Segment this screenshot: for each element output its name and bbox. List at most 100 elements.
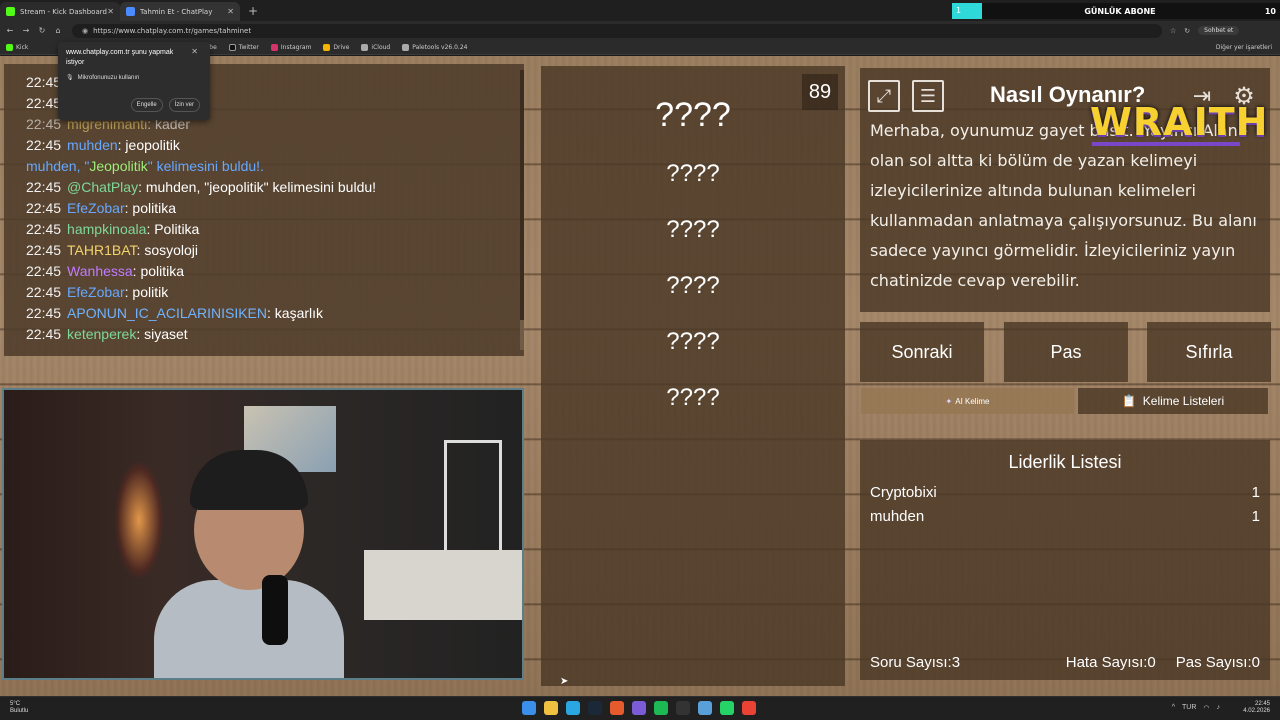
- globe-icon: [402, 43, 410, 51]
- chat-username[interactable]: Wanhessa: [67, 263, 133, 279]
- microphone: [262, 575, 288, 645]
- streamer: [154, 450, 344, 678]
- forbidden-word: ????: [666, 216, 720, 243]
- globe-icon: [361, 43, 369, 51]
- chat-line: 22:45 hampkinoala: Politika: [26, 221, 200, 237]
- url-input[interactable]: ◉ https://www.chatplay.com.tr/games/tahm…: [72, 23, 1162, 38]
- leaderboard-panel: Liderlik Listesi Cryptobixi 1 muhden 1 S…: [860, 440, 1270, 680]
- system-tray: ^ TUR ◠ ♪: [1172, 704, 1220, 712]
- chat-username[interactable]: APONUN_IC_ACILARINISIKEN: [67, 305, 267, 321]
- lang-indicator[interactable]: TUR: [1182, 704, 1196, 712]
- weather-widget[interactable]: 5°C Bulutlu: [10, 701, 28, 715]
- bookmark-instagram[interactable]: Instagram: [270, 43, 311, 51]
- words-panel: 89 ???? ???? ???? ???? ???? ????: [541, 66, 845, 686]
- allow-button[interactable]: İzin ver: [168, 98, 200, 112]
- forbidden-word: ????: [666, 328, 720, 355]
- whatsapp-icon[interactable]: [720, 701, 734, 715]
- home-icon[interactable]: ⌂: [52, 26, 64, 35]
- chat-username[interactable]: EfeZobar: [67, 284, 125, 300]
- refresh-icon[interactable]: ↻: [1184, 27, 1190, 35]
- bookmark-icloud[interactable]: iCloud: [361, 43, 390, 51]
- bookmark-kick[interactable]: Kick: [6, 43, 28, 51]
- chat-line: 22:45 muhden: jeopolitik: [26, 137, 180, 153]
- back-icon[interactable]: ←: [4, 26, 16, 35]
- ai-word-button[interactable]: ✦ AI Kelime: [861, 388, 1074, 414]
- tab-chatplay[interactable]: Tahmin Et - ChatPlay ✕: [120, 2, 240, 21]
- error-count: Hata Sayısı:0: [1065, 654, 1156, 671]
- windows-start-icon[interactable]: [522, 701, 536, 715]
- chat-line: 22:45 @ChatPlay: muhden, "jeopolitik" kel…: [26, 179, 377, 195]
- url-text: https://www.chatplay.com.tr/games/tahmin…: [93, 26, 252, 35]
- game-area: 22:45 22:45 22:45 migrenimanti: kader 22:…: [0, 56, 1280, 696]
- pass-button[interactable]: Pas: [1004, 322, 1128, 382]
- sparkle-icon: ✦: [945, 396, 953, 406]
- new-tab-button[interactable]: +: [248, 2, 258, 21]
- chrome-icon[interactable]: [742, 701, 756, 715]
- star-icon[interactable]: ☆: [1170, 27, 1176, 35]
- chat-username[interactable]: EfeZobar: [67, 200, 125, 216]
- forbidden-word: ????: [666, 272, 720, 299]
- close-icon[interactable]: ✕: [227, 7, 234, 16]
- volume-icon[interactable]: ♪: [1217, 704, 1221, 712]
- drive-icon: [323, 43, 331, 51]
- wifi-icon[interactable]: ◠: [1203, 704, 1209, 712]
- tab-title: Stream - Kick Dashboard: [20, 7, 107, 16]
- chat-username[interactable]: ketenperek: [67, 326, 136, 342]
- chat-username[interactable]: @ChatPlay: [67, 179, 138, 195]
- other-bookmarks[interactable]: Diğer yer işaretleri: [1216, 44, 1272, 51]
- chat-username[interactable]: hampkinoala: [67, 221, 146, 237]
- chat-line: 22:45 ketenperek: siyaset: [26, 326, 188, 342]
- chat-line: 22:45 Wanhessa: politika: [26, 263, 185, 279]
- bookmark-twitter[interactable]: Twitter: [228, 43, 259, 51]
- discord-icon[interactable]: [632, 701, 646, 715]
- system-message: muhden, "Jeopolitik" kelimesini buldu!.: [26, 158, 264, 174]
- document-icon[interactable]: ☰: [912, 80, 944, 112]
- chat-scrollbar[interactable]: [520, 70, 524, 350]
- popup-item: Mikrofonunuzu kullanın: [77, 74, 140, 81]
- file-explorer-icon[interactable]: [544, 701, 558, 715]
- edge-icon[interactable]: [566, 701, 580, 715]
- subscriber-progress: 1: [952, 3, 982, 19]
- chevron-up-icon[interactable]: ^: [1172, 704, 1175, 712]
- forbidden-word: ????: [666, 160, 720, 187]
- chat-username[interactable]: TAHR1BAT: [67, 242, 137, 258]
- forbidden-word: ????: [666, 384, 720, 411]
- close-icon[interactable]: ✕: [191, 47, 198, 56]
- fullscreen-icon[interactable]: ⤢: [868, 80, 900, 112]
- next-button[interactable]: Sonraki: [860, 322, 984, 382]
- mouse-cursor-icon: ➤: [560, 676, 569, 687]
- question-count: Soru Sayısı:3: [870, 654, 961, 671]
- chat-button[interactable]: Sohbet et: [1198, 26, 1240, 35]
- sofa: [364, 550, 522, 620]
- kick-favicon-icon: [6, 7, 15, 16]
- popup-title: www.chatplay.com.tr şunu yapmak istiyor: [66, 49, 174, 66]
- steam-icon[interactable]: [588, 701, 602, 715]
- forward-icon[interactable]: →: [20, 26, 32, 35]
- block-button[interactable]: Engelle: [130, 98, 163, 112]
- instagram-icon: [270, 43, 278, 51]
- chat-username[interactable]: muhden: [67, 137, 118, 153]
- permission-popup: www.chatplay.com.tr şunu yapmak istiyor …: [58, 42, 210, 120]
- tab-kick-dashboard[interactable]: Stream - Kick Dashboard ✕: [0, 2, 120, 21]
- spotify-icon[interactable]: [654, 701, 668, 715]
- terminal-icon[interactable]: [676, 701, 690, 715]
- word-lists-button[interactable]: 📋 Kelime Listeleri: [1078, 388, 1268, 414]
- leaderboard-row: Cryptobixi 1: [870, 484, 1260, 501]
- bookmark-paletools[interactable]: Paletools v26.0.24: [402, 43, 467, 51]
- close-icon[interactable]: ✕: [107, 7, 114, 16]
- reset-button[interactable]: Sıfırla: [1147, 322, 1271, 382]
- chat-line: 22:45 EfeZobar: politika: [26, 200, 176, 216]
- taskbar-apps: [522, 701, 756, 715]
- clock[interactable]: 22:45 4.02.2026: [1243, 701, 1270, 715]
- leaderboard-row: muhden 1: [870, 508, 1260, 525]
- brave-icon[interactable]: [610, 701, 624, 715]
- reload-icon[interactable]: ↻: [36, 26, 48, 35]
- x-icon: [228, 43, 236, 51]
- bookmark-drive[interactable]: Drive: [323, 43, 349, 51]
- chat-line: 22:45 EfeZobar: politik: [26, 284, 169, 300]
- site-info-icon[interactable]: ◉: [82, 27, 88, 35]
- app-icon[interactable]: [698, 701, 712, 715]
- target-word: ????: [655, 96, 731, 134]
- subscriber-label: GÜNLÜK ABONE: [1084, 6, 1156, 16]
- tab-title: Tahmin Et - ChatPlay: [140, 7, 213, 16]
